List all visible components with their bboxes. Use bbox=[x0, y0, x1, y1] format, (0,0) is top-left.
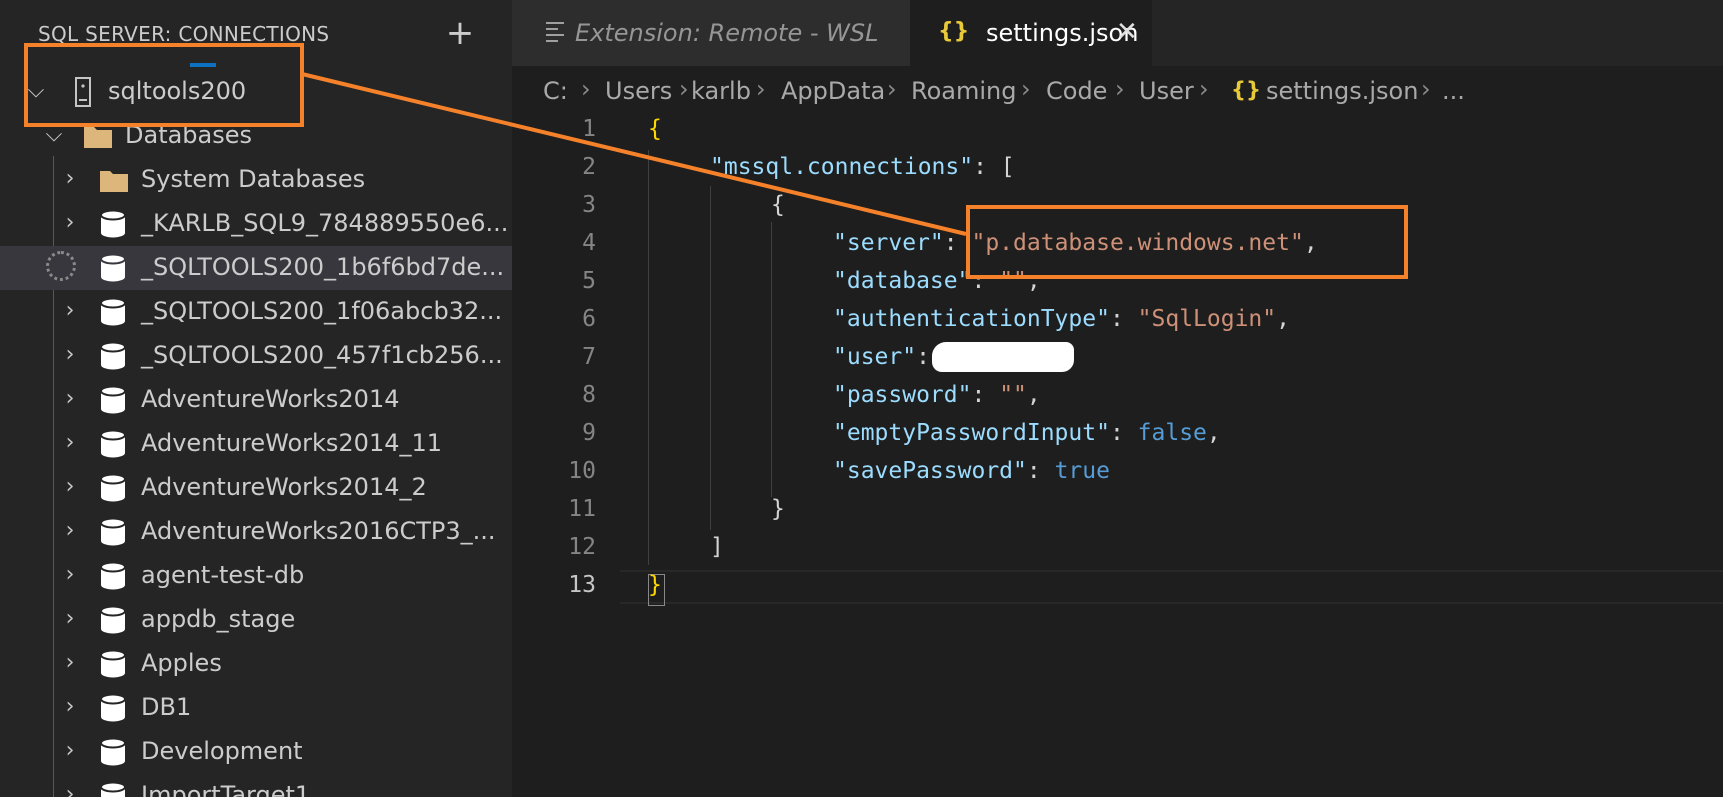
annotation-box-server bbox=[966, 205, 1408, 279]
annotation-box-connection bbox=[24, 43, 304, 127]
